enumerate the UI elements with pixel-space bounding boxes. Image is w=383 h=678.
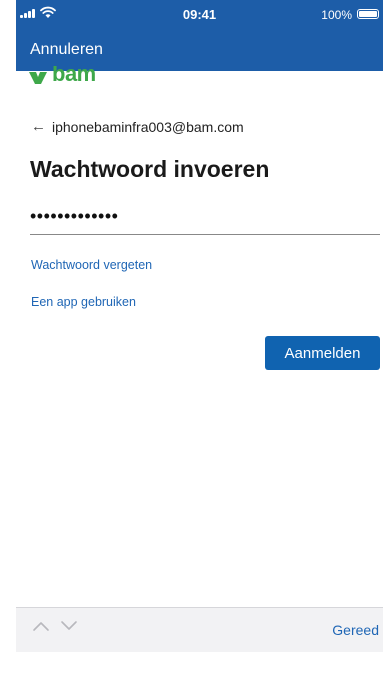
arrow-left-icon[interactable]: ← [31, 118, 46, 135]
use-app-link[interactable]: Een app gebruiken [31, 295, 136, 309]
cancel-button[interactable]: Annuleren [30, 41, 103, 59]
sign-in-button[interactable]: Aanmelden [265, 336, 380, 370]
password-input[interactable]: ••••••••••••• [30, 203, 380, 235]
bam-logo: bam [28, 66, 96, 90]
password-value: ••••••••••••• [30, 206, 119, 226]
keyboard-toolbar: Gereed [16, 607, 383, 653]
forgot-password-link[interactable]: Wachtwoord vergeten [31, 258, 152, 272]
chevron-up-icon[interactable] [32, 620, 50, 632]
chevron-down-icon[interactable] [60, 620, 78, 632]
account-email: iphonebaminfra003@bam.com [52, 118, 244, 135]
screenshot-frame: 09:41 100% Annuleren bam ← iphonebaminfr… [0, 0, 383, 678]
bam-logo-mark-icon [29, 72, 47, 84]
done-button[interactable]: Gereed [332, 622, 379, 638]
page-title: Wachtwoord invoeren [30, 156, 270, 182]
account-row: ← iphonebaminfra003@bam.com [31, 118, 244, 135]
phone-screen: 09:41 100% Annuleren bam ← iphonebaminfr… [16, 0, 383, 678]
battery-percentage: 100% [321, 8, 352, 22]
keyboard-area [16, 652, 383, 678]
bam-logo-text: bam [52, 66, 96, 86]
status-bar: 09:41 100% [16, 0, 383, 32]
battery-icon [357, 9, 379, 19]
